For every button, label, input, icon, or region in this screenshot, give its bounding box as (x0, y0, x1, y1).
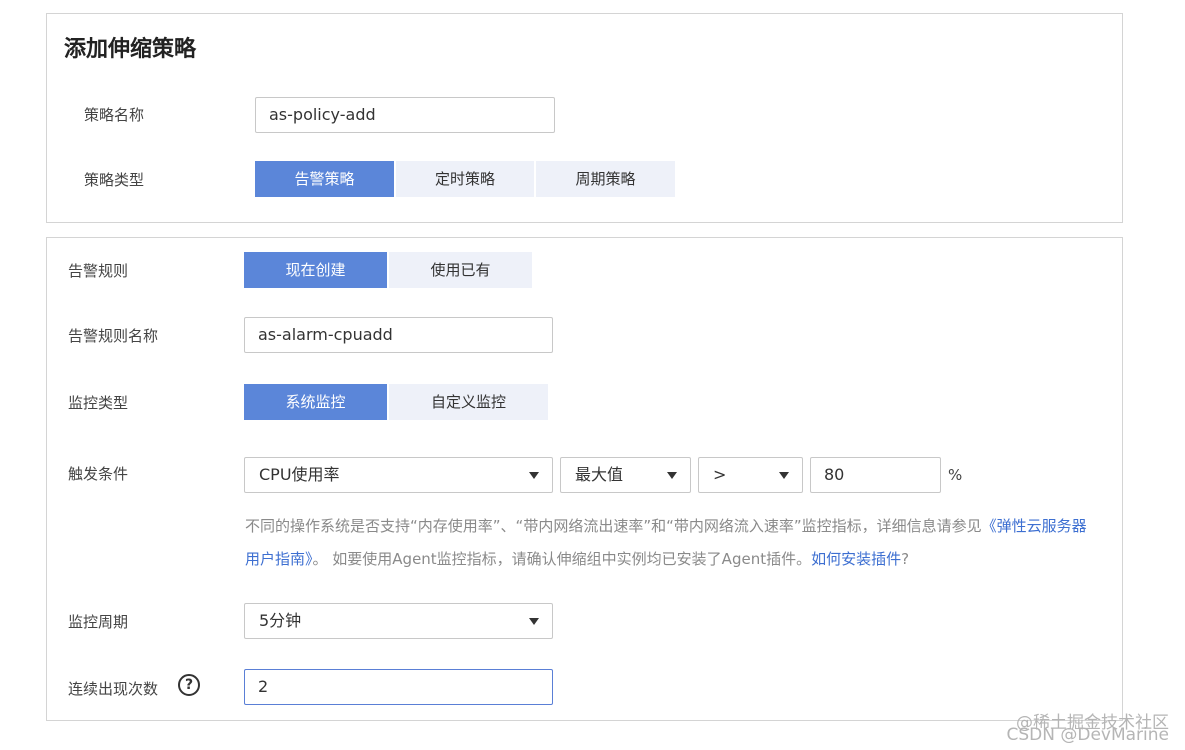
trigger-stat-value: 最大值 (575, 465, 624, 484)
alarm-rule-name-label: 告警规则名称 (68, 327, 159, 345)
chevron-down-icon (667, 472, 677, 479)
policy-name-label: 策略名称 (84, 106, 145, 124)
alarm-rule-create-now-option[interactable]: 现在创建 (244, 252, 387, 288)
install-plugin-link[interactable]: 如何安装插件 (811, 550, 901, 568)
trigger-operator-value: > (713, 465, 727, 484)
occurrences-input[interactable]: 2 (244, 669, 553, 705)
chevron-down-icon (529, 472, 539, 479)
monitor-type-selector: 系统监控 自定义监控 (244, 384, 550, 420)
alarm-rule-label: 告警规则 (68, 262, 129, 280)
monitor-period-select[interactable]: 5分钟 (244, 603, 553, 639)
policy-type-periodic-option[interactable]: 周期策略 (536, 161, 675, 197)
policy-type-alarm-option[interactable]: 告警策略 (255, 161, 394, 197)
trigger-operator-select[interactable]: > (698, 457, 803, 493)
alarm-rule-panel: 告警规则 现在创建 使用已有 告警规则名称 as-alarm-cpuadd 监控… (46, 237, 1123, 721)
hint-text-1: 不同的操作系统是否支持“内存使用率”、“带内网络流出速率”和“带内网络流入速率”… (245, 517, 982, 535)
occurrences-label: 连续出现次数 (68, 680, 159, 698)
policy-basic-panel: 添加伸缩策略 策略名称 as-policy-add 策略类型 告警策略 定时策略… (46, 13, 1123, 223)
monitor-hint-text: 不同的操作系统是否支持“内存使用率”、“带内网络流出速率”和“带内网络流入速率”… (245, 510, 1095, 576)
trigger-metric-select[interactable]: CPU使用率 (244, 457, 553, 493)
trigger-condition-label: 触发条件 (68, 465, 129, 483)
monitor-type-label: 监控类型 (68, 394, 129, 412)
monitor-type-custom-option[interactable]: 自定义监控 (389, 384, 548, 420)
hint-text-3: ? (901, 550, 910, 568)
alarm-rule-use-existing-option[interactable]: 使用已有 (389, 252, 532, 288)
chevron-down-icon (529, 618, 539, 625)
dialog-title: 添加伸缩策略 (64, 37, 197, 62)
monitor-period-label: 监控周期 (68, 613, 129, 631)
policy-type-label: 策略类型 (84, 171, 145, 189)
alarm-rule-selector: 现在创建 使用已有 (244, 252, 534, 288)
monitor-period-value: 5分钟 (259, 611, 302, 630)
watermark-csdn: CSDN @DevMarine (1006, 725, 1169, 745)
hint-text-2: 。 如要使用Agent监控指标，请确认伸缩组中实例均已安装了Agent插件。 (312, 550, 812, 568)
policy-type-selector: 告警策略 定时策略 周期策略 (255, 161, 677, 197)
trigger-metric-value: CPU使用率 (259, 465, 340, 484)
help-icon[interactable]: ? (178, 674, 200, 696)
policy-type-scheduled-option[interactable]: 定时策略 (396, 161, 534, 197)
trigger-threshold-input[interactable]: 80 (810, 457, 941, 493)
policy-name-input[interactable]: as-policy-add (255, 97, 555, 133)
chevron-down-icon (779, 472, 789, 479)
trigger-unit: % (948, 466, 963, 484)
alarm-rule-name-input[interactable]: as-alarm-cpuadd (244, 317, 553, 353)
monitor-type-system-option[interactable]: 系统监控 (244, 384, 387, 420)
trigger-stat-select[interactable]: 最大值 (560, 457, 691, 493)
